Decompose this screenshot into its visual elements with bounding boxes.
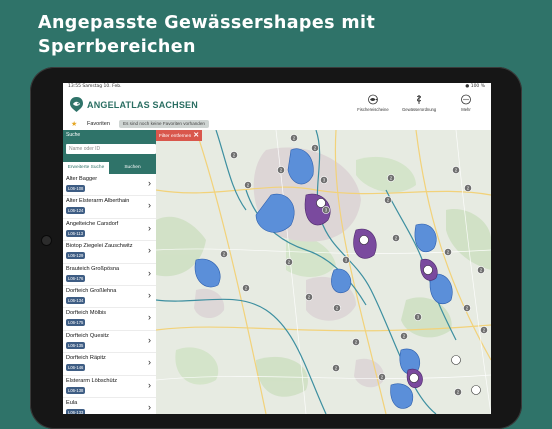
fishing-license-icon	[368, 94, 378, 105]
search-title: Suche	[66, 132, 81, 138]
regulations-icon	[417, 95, 421, 104]
water-name: Biotop Ziegelei Zauschwitz	[66, 243, 133, 250]
search-input[interactable]	[66, 144, 156, 154]
map-view[interactable]: 2222322223223222222222222232 Filter entf…	[156, 130, 491, 414]
status-bar: 13:55 Samstag 10. Feb. ● 100 %	[63, 83, 491, 91]
water-code-badge: L06-146	[66, 364, 86, 372]
fishing-spot-pin[interactable]	[316, 198, 326, 208]
list-item[interactable]: Dorfteich Quesitz L06-135 ›	[63, 331, 156, 354]
chevron-right-icon: ›	[148, 357, 151, 368]
chevron-right-icon: ›	[148, 267, 151, 278]
fishing-spot-pin[interactable]	[423, 265, 433, 275]
list-item[interactable]: Brauteich Großpösna L06-176 ›	[63, 264, 156, 286]
chevron-right-icon: ›	[148, 222, 151, 233]
star-icon[interactable]: ★	[71, 120, 77, 128]
fishing-spot-pin[interactable]	[359, 235, 369, 245]
chevron-right-icon: ›	[148, 200, 151, 211]
nav-regulations-label: Gewässerordnung	[402, 107, 437, 112]
promo-headline-line2: Sperrbereichen	[38, 37, 196, 57]
list-item[interactable]: Dorfteich Räpitz L06-146 ›	[63, 353, 156, 376]
water-code-badge: L06-175	[66, 319, 86, 327]
fishing-spot-pin[interactable]	[471, 385, 481, 395]
list-item[interactable]: Dorfteich Mölbis L06-175 ›	[63, 308, 156, 331]
favorites-empty-note: Es sind noch keine Favoriten vorhanden	[119, 120, 209, 128]
list-item[interactable]: Biotop Ziegelei Zauschwitz L06-129 ›	[63, 241, 156, 264]
water-code-badge: L06-124	[66, 207, 86, 215]
water-name: Alter Elsterarm Alberthain	[66, 198, 130, 205]
list-item[interactable]: Alter Elsterarm Alberthain L06-124 ›	[63, 196, 156, 219]
search-panel: Suche	[63, 130, 156, 162]
fishing-spot-pin[interactable]	[409, 373, 419, 383]
app-header: ANGELATLAS SACHSEN Fischereischeine Gewä…	[63, 91, 491, 120]
chevron-right-icon: ›	[148, 401, 151, 412]
water-name: Angelteiche Carsdorf	[66, 220, 119, 227]
promo-headline-line1: Angepasste Gewässershapes mit	[38, 13, 376, 33]
chevron-right-icon: ›	[148, 245, 151, 256]
water-name: Brauteich Großpösna	[66, 265, 120, 272]
more-icon	[461, 94, 471, 105]
tab-search[interactable]: Suchen	[109, 162, 156, 174]
water-code-badge: L06-135	[66, 341, 86, 349]
map-canvas[interactable]: 2222322223223222222222222232	[156, 130, 491, 414]
nav-more[interactable]: Mehr	[449, 94, 483, 116]
list-item[interactable]: Dorfteich Großlehna L06-134 ›	[63, 286, 156, 309]
water-code-badge: L06-113	[66, 229, 86, 237]
nav-regulations[interactable]: Gewässerordnung	[402, 94, 436, 116]
favorites-label[interactable]: Favoriten	[87, 121, 110, 127]
water-name: Eula	[66, 399, 78, 406]
nav-more-label: Mehr	[461, 107, 471, 112]
water-code-badge: L06-129	[66, 252, 86, 260]
water-name: Alter Bagger	[66, 176, 98, 182]
water-name: Dorfteich Quesitz	[66, 332, 109, 339]
water-code-badge: L06-134	[66, 296, 86, 304]
battery-indicator: ● 100 %	[465, 84, 485, 89]
list-item[interactable]: Alter Bagger L06-108 ›	[63, 174, 156, 197]
list-item[interactable]: Eula L06-133 ›	[63, 398, 156, 414]
chevron-right-icon: ›	[148, 379, 151, 390]
chevron-right-icon: ›	[148, 178, 151, 188]
chevron-right-icon: ›	[148, 334, 151, 345]
water-code-badge: L06-133	[66, 408, 86, 414]
home-camera	[42, 236, 51, 245]
fishing-spot-pin[interactable]	[451, 355, 461, 365]
status-time: 13:55 Samstag 10. Feb.	[68, 84, 122, 89]
list-item[interactable]: Elsterarm Löbschütz L06-138 ›	[63, 376, 156, 398]
app-screen: 13:55 Samstag 10. Feb. ● 100 % ANGELATLA…	[63, 83, 491, 414]
app-title: ANGELATLAS SACHSEN	[87, 100, 198, 110]
remove-filter-button[interactable]: Filter entfernen ✕	[156, 130, 203, 141]
nav-fishing-licenses-label: Fischereischeine	[357, 107, 389, 112]
nav-fishing-licenses[interactable]: Fischereischeine	[356, 94, 390, 116]
water-name: Elsterarm Löbschütz	[66, 377, 117, 384]
app-logo-icon	[70, 97, 83, 112]
promo-headline: Angepasste Gewässershapes mit Sperrberei…	[38, 11, 518, 59]
water-code-badge: L06-138	[66, 386, 86, 394]
water-name: Dorfteich Räpitz	[66, 355, 106, 362]
remove-filter-label: Filter entfernen	[159, 134, 192, 139]
water-code-badge: L06-176	[66, 274, 86, 282]
water-code-badge: L06-108	[66, 185, 86, 192]
close-icon: ✕	[193, 132, 200, 139]
results-list: Alter Bagger L06-108 › Alter Elsterarm Albe…	[63, 174, 156, 414]
search-tabs: Erweiterte Suche Suchen	[63, 162, 156, 174]
list-item[interactable]: Angelteiche Carsdorf L06-113 ›	[63, 219, 156, 242]
search-sidebar: Suche Erweiterte Suche Suchen Alter Bagg…	[63, 130, 157, 414]
tab-advanced-search[interactable]: Erweiterte Suche	[63, 162, 109, 174]
water-name: Dorfteich Großlehna	[66, 287, 117, 294]
water-name: Dorfteich Mölbis	[66, 310, 107, 317]
chevron-right-icon: ›	[148, 289, 151, 300]
chevron-right-icon: ›	[148, 312, 151, 323]
